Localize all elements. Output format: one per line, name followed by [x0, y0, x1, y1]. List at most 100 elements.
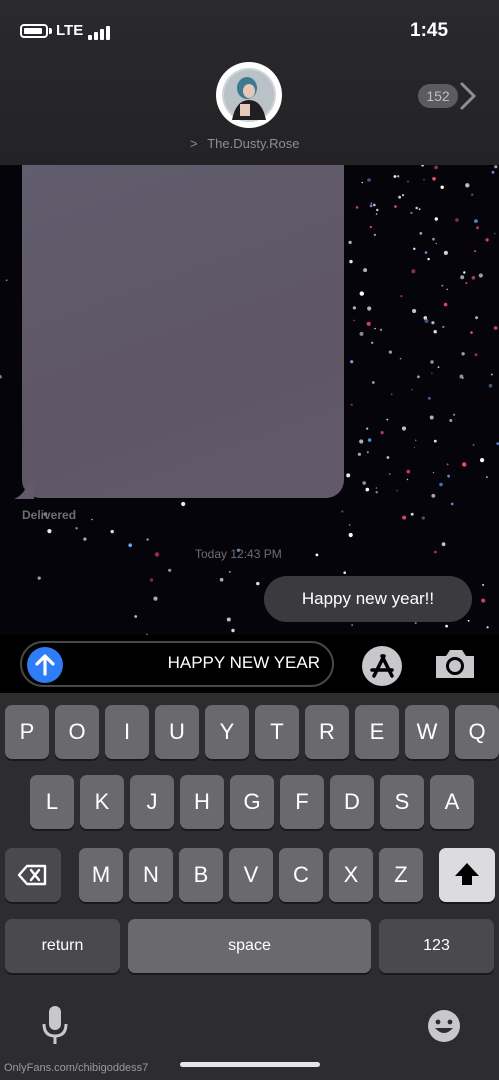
key-w[interactable]: W	[405, 705, 449, 759]
delete-key[interactable]	[5, 848, 61, 902]
star	[421, 516, 425, 520]
key-t[interactable]: T	[255, 705, 299, 759]
star	[5, 279, 8, 282]
numbers-key[interactable]: 123	[379, 919, 494, 973]
star	[371, 381, 375, 384]
star	[181, 501, 186, 507]
message-bubble[interactable]: Happy new year!!	[264, 576, 472, 622]
star	[419, 232, 423, 235]
star	[75, 527, 78, 530]
star	[434, 217, 438, 221]
media-message-bubble[interactable]	[22, 165, 344, 498]
message-input-value[interactable]: HAPPY NEW YEAR	[116, 653, 320, 673]
star	[359, 291, 364, 296]
space-key[interactable]: space	[128, 919, 371, 973]
star	[386, 456, 390, 459]
star	[390, 393, 393, 396]
status-time: 1:45	[410, 20, 449, 41]
star	[415, 206, 419, 210]
mic-icon[interactable]	[40, 1004, 70, 1048]
key-l[interactable]: L	[30, 775, 74, 829]
key-x[interactable]: X	[329, 848, 373, 902]
key-n[interactable]: N	[129, 848, 173, 902]
star	[432, 237, 435, 241]
star	[402, 515, 407, 520]
star	[341, 510, 344, 513]
star	[402, 194, 404, 197]
star	[440, 185, 444, 189]
star	[359, 439, 364, 444]
star	[410, 211, 413, 215]
contact-chevron-icon: >	[190, 136, 198, 151]
camera-icon[interactable]	[432, 644, 478, 684]
key-i[interactable]: I	[105, 705, 149, 759]
star	[367, 178, 371, 182]
key-u[interactable]: U	[155, 705, 199, 759]
star	[430, 360, 434, 364]
emoji-icon[interactable]	[426, 1008, 462, 1044]
key-s[interactable]: S	[380, 775, 424, 829]
star	[375, 213, 378, 215]
star	[445, 624, 448, 628]
star	[376, 208, 379, 212]
key-b[interactable]: B	[179, 848, 223, 902]
star	[413, 247, 416, 250]
key-k[interactable]: K	[80, 775, 124, 829]
star	[396, 489, 399, 492]
appstore-icon[interactable]	[358, 642, 406, 690]
key-v[interactable]: V	[229, 848, 273, 902]
star	[471, 193, 474, 196]
star	[490, 373, 493, 376]
star	[348, 532, 353, 538]
key-m[interactable]: M	[79, 848, 123, 902]
send-arrow-icon	[35, 654, 55, 676]
star	[370, 202, 373, 205]
star	[351, 624, 353, 626]
shift-icon	[455, 863, 479, 885]
send-button[interactable]	[27, 647, 63, 683]
key-p[interactable]: P	[5, 705, 49, 759]
unread-count-badge[interactable]: 152	[418, 84, 458, 108]
return-key[interactable]: return	[5, 919, 120, 973]
key-f[interactable]: F	[280, 775, 324, 829]
key-g[interactable]: G	[230, 775, 274, 829]
key-d[interactable]: D	[330, 775, 374, 829]
star	[359, 331, 364, 336]
star	[474, 219, 478, 223]
contact-avatar[interactable]	[216, 62, 282, 128]
key-y[interactable]: Y	[205, 705, 249, 759]
star	[348, 524, 351, 526]
key-z[interactable]: Z	[379, 848, 423, 902]
star	[366, 427, 369, 430]
star	[379, 328, 383, 331]
message-thread[interactable]: Delivered Today 12:43 PM Happy new year!…	[0, 165, 499, 635]
star	[219, 577, 224, 582]
star	[357, 452, 361, 456]
home-indicator[interactable]	[180, 1062, 320, 1067]
star	[407, 180, 409, 183]
star	[471, 276, 476, 280]
star	[168, 568, 172, 572]
key-j[interactable]: J	[130, 775, 174, 829]
star	[465, 183, 470, 188]
star	[474, 353, 478, 357]
key-c[interactable]: C	[279, 848, 323, 902]
key-r[interactable]: R	[305, 705, 349, 759]
key-e[interactable]: E	[355, 705, 399, 759]
star	[461, 352, 465, 356]
contact-name[interactable]: > The.Dusty.Rose	[190, 136, 330, 151]
contact-name-label: The.Dusty.Rose	[207, 136, 300, 151]
star	[406, 478, 409, 481]
key-h[interactable]: H	[180, 775, 224, 829]
star	[441, 542, 446, 547]
shift-key[interactable]	[439, 848, 495, 902]
key-o[interactable]: O	[55, 705, 99, 759]
key-a[interactable]: A	[430, 775, 474, 829]
star	[367, 306, 372, 311]
back-chevron-icon[interactable]	[458, 80, 478, 112]
star	[493, 326, 498, 330]
star	[432, 177, 436, 181]
key-q[interactable]: Q	[455, 705, 499, 759]
star	[486, 476, 488, 478]
star	[431, 321, 435, 325]
